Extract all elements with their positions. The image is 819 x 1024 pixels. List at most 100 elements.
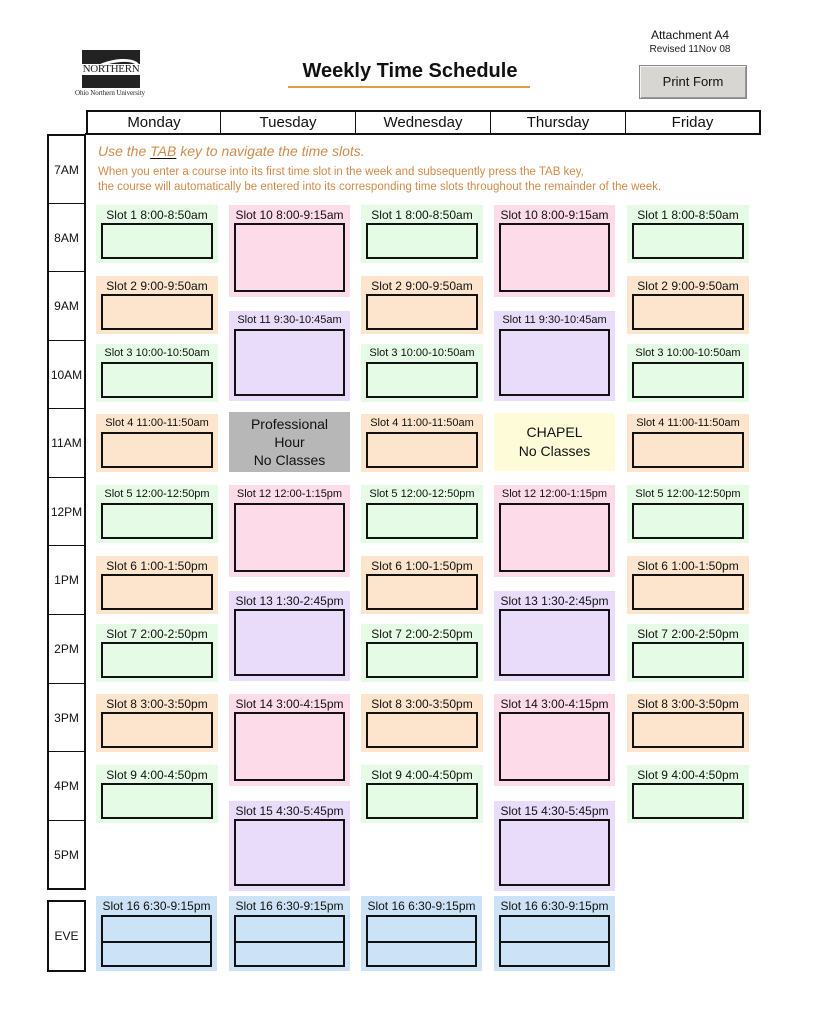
course-input[interactable] <box>101 294 213 330</box>
revised-date: Revised 11Nov 08 <box>649 44 731 55</box>
course-input[interactable] <box>101 642 213 678</box>
slot-friday-6: Slot 6 1:00-1:50pm <box>627 556 749 614</box>
course-input[interactable] <box>499 329 610 396</box>
block-line: CHAPEL <box>526 424 583 440</box>
block-line: No Classes <box>253 452 326 468</box>
course-input[interactable] <box>499 609 610 676</box>
evening-divider <box>103 941 210 943</box>
course-input[interactable] <box>499 819 610 886</box>
evening-divider <box>236 941 343 943</box>
course-input[interactable] <box>234 819 345 886</box>
slot-friday-1: Slot 1 8:00-8:50am <box>627 205 749 263</box>
course-input[interactable] <box>366 712 478 748</box>
slot-thursday-15: Slot 15 4:30-5:45pm <box>494 801 615 891</box>
print-form-button[interactable]: Print Form <box>639 65 747 99</box>
course-input[interactable] <box>499 223 610 292</box>
slot-thursday-12: Slot 12 12:00-1:15pm <box>494 485 615 577</box>
slot-friday-5: Slot 5 12:00-12:50pm <box>627 485 749 543</box>
course-input[interactable] <box>632 294 744 330</box>
slot-wednesday-6: Slot 6 1:00-1:50pm <box>361 556 483 614</box>
slot-monday-7: Slot 7 2:00-2:50pm <box>96 624 218 682</box>
course-input[interactable] <box>632 642 744 678</box>
slot-label: Slot 13 1:30-2:45pm <box>500 594 609 608</box>
slot-label: Slot 15 4:30-5:45pm <box>235 804 344 818</box>
slot-label: Slot 11 9:30-10:45am <box>237 314 342 326</box>
slot-label: Slot 4 11:00-11:50am <box>105 417 209 429</box>
slot-friday-3: Slot 3 10:00-10:50am <box>627 344 749 402</box>
slot-label: Slot 8 3:00-3:50pm <box>106 697 208 711</box>
course-input[interactable] <box>101 915 212 967</box>
slot-wednesday-1: Slot 1 8:00-8:50am <box>361 205 483 263</box>
course-input[interactable] <box>101 223 213 259</box>
course-input[interactable] <box>632 574 744 610</box>
time-label-10am: 10AM <box>47 340 86 409</box>
slot-tuesday-15: Slot 15 4:30-5:45pm <box>229 801 350 891</box>
time-label-12pm: 12PM <box>47 477 86 546</box>
slot-thursday-16: Slot 16 6:30-9:15pm <box>494 896 615 971</box>
course-input[interactable] <box>632 362 744 398</box>
slot-label: Slot 5 12:00-12:50pm <box>369 488 475 500</box>
slot-thursday-11: Slot 11 9:30-10:45am <box>494 311 615 401</box>
course-input[interactable] <box>101 432 213 468</box>
course-input[interactable] <box>366 915 477 967</box>
slot-label: Slot 4 11:00-11:50am <box>636 417 740 429</box>
slot-label: Slot 16 6:30-9:15pm <box>235 899 344 913</box>
day-header-friday: Friday <box>625 110 761 135</box>
slot-thursday-14: Slot 14 3:00-4:15pm <box>494 694 615 786</box>
slot-label: Slot 6 1:00-1:50pm <box>371 559 473 573</box>
slot-label: Slot 1 8:00-8:50am <box>371 208 473 222</box>
course-input[interactable] <box>366 642 478 678</box>
slot-label: Slot 4 11:00-11:50am <box>370 417 474 429</box>
tab-key-label: TAB <box>150 143 177 159</box>
slot-monday-6: Slot 6 1:00-1:50pm <box>96 556 218 614</box>
slot-label: Slot 12 12:00-1:15pm <box>236 488 343 500</box>
course-input[interactable] <box>366 294 478 330</box>
course-input[interactable] <box>632 223 744 259</box>
course-input[interactable] <box>632 783 744 819</box>
slot-monday-16: Slot 16 6:30-9:15pm <box>96 896 217 971</box>
slot-wednesday-9: Slot 9 4:00-4:50pm <box>361 765 483 823</box>
slot-label: Slot 2 9:00-9:50am <box>637 279 739 293</box>
slot-tuesday-16: Slot 16 6:30-9:15pm <box>229 896 350 971</box>
course-input[interactable] <box>632 432 744 468</box>
slot-monday-2: Slot 2 9:00-9:50am <box>96 276 218 334</box>
slot-label: Slot 9 4:00-4:50pm <box>106 768 208 782</box>
slot-monday-3: Slot 3 10:00-10:50am <box>96 344 218 402</box>
slot-label: Slot 16 6:30-9:15pm <box>367 899 476 913</box>
time-label-5pm: 5PM <box>47 820 86 890</box>
course-input[interactable] <box>499 915 610 967</box>
time-label-11am: 11AM <box>47 408 86 478</box>
course-input[interactable] <box>366 783 478 819</box>
course-input[interactable] <box>101 574 213 610</box>
time-label-4pm: 4PM <box>47 751 86 821</box>
course-input[interactable] <box>499 503 610 572</box>
course-input[interactable] <box>234 329 345 396</box>
course-input[interactable] <box>366 503 478 539</box>
course-input[interactable] <box>366 574 478 610</box>
slot-label: Slot 3 10:00-10:50am <box>369 347 475 359</box>
logo-subtitle: Ohio Northern University <box>75 89 145 97</box>
course-input[interactable] <box>632 712 744 748</box>
course-input[interactable] <box>366 362 478 398</box>
time-label-9am: 9AM <box>47 271 86 341</box>
slot-label: Slot 6 1:00-1:50pm <box>106 559 208 573</box>
course-input[interactable] <box>101 783 213 819</box>
course-input[interactable] <box>366 223 478 259</box>
course-input[interactable] <box>101 362 213 398</box>
course-input[interactable] <box>234 609 345 676</box>
slot-wednesday-7: Slot 7 2:00-2:50pm <box>361 624 483 682</box>
block-line: Hour <box>274 434 305 450</box>
course-input[interactable] <box>234 915 345 967</box>
title-underline <box>288 86 530 88</box>
course-input[interactable] <box>499 712 610 781</box>
course-input[interactable] <box>632 503 744 539</box>
course-input[interactable] <box>234 503 345 572</box>
course-input[interactable] <box>234 223 345 292</box>
slot-label: Slot 6 1:00-1:50pm <box>637 559 739 573</box>
course-input[interactable] <box>234 712 345 781</box>
course-input[interactable] <box>366 432 478 468</box>
course-input[interactable] <box>101 503 213 539</box>
slot-label: Slot 3 10:00-10:50am <box>635 347 741 359</box>
course-input[interactable] <box>101 712 213 748</box>
page-title: Weekly Time Schedule <box>302 60 518 82</box>
